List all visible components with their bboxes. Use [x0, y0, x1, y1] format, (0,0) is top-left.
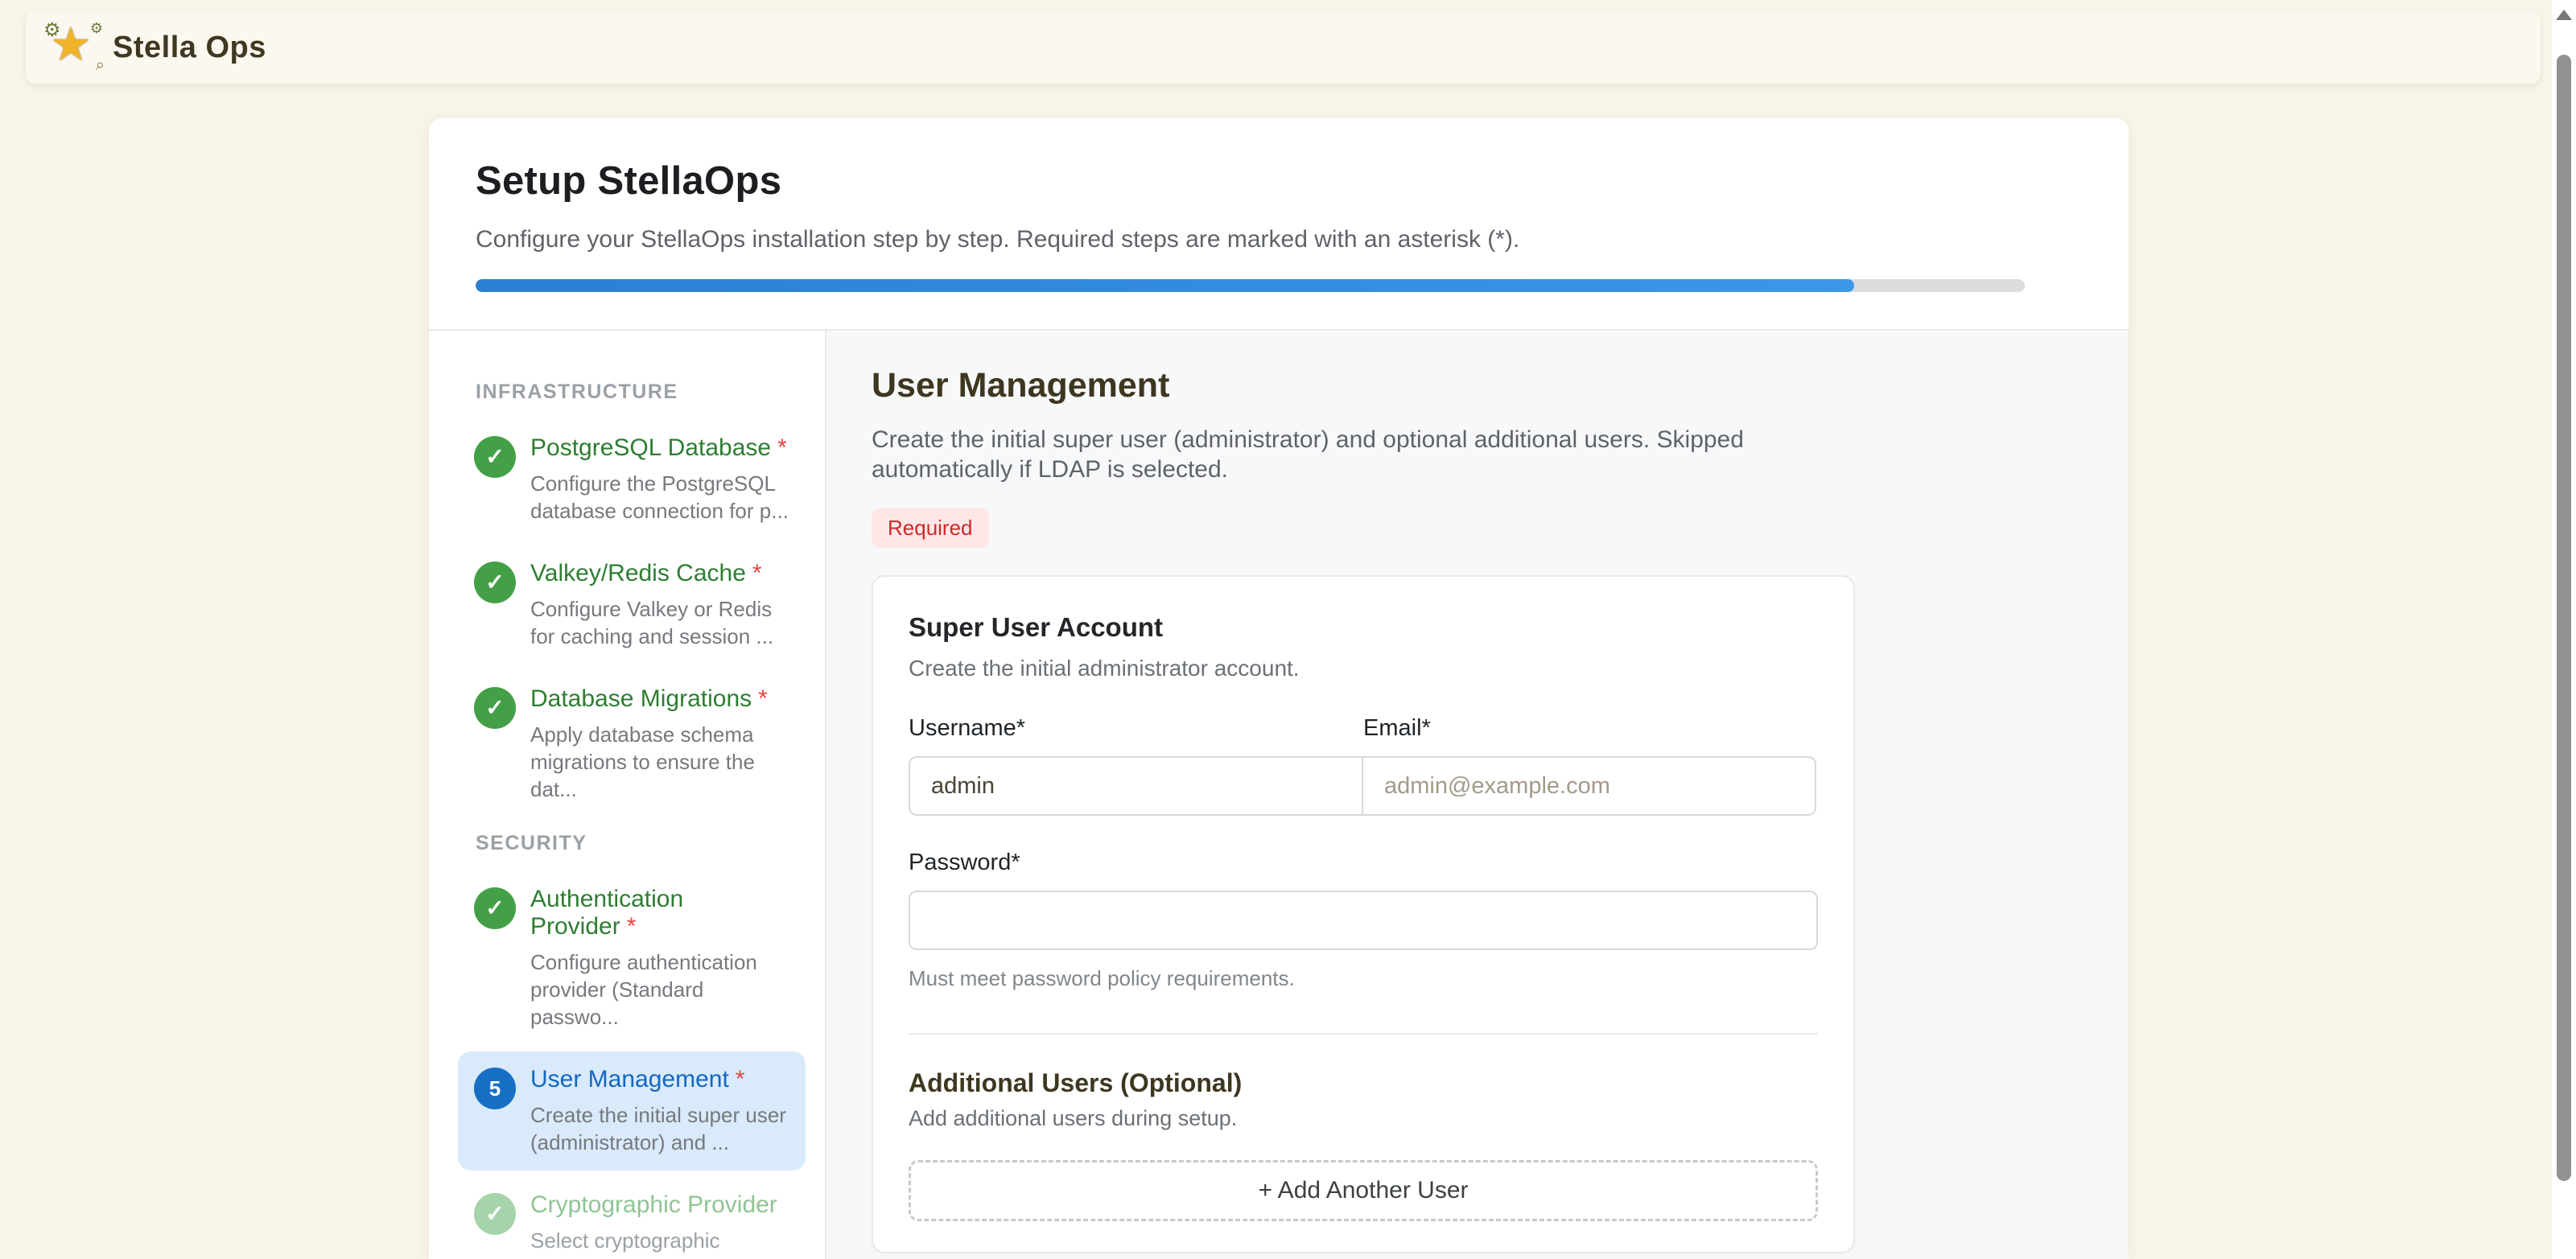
- vertical-scrollbar[interactable]: [2552, 0, 2576, 1259]
- step-title: Database Migrations: [530, 685, 752, 712]
- setup-wizard-card: Setup StellaOps Configure your StellaOps…: [429, 118, 2129, 1259]
- additional-users-title: Additional Users (Optional): [909, 1068, 1818, 1098]
- step-content-pane: User Management Create the initial super…: [826, 331, 2129, 1259]
- page-subtitle: Configure your StellaOps installation st…: [476, 226, 2072, 253]
- required-badge: Required: [872, 508, 989, 548]
- password-field[interactable]: [909, 891, 1818, 950]
- email-label: Email*: [1363, 715, 1818, 742]
- step-description: Configure the PostgreSQL database connec…: [530, 470, 789, 525]
- step-title: Authentication Provider: [530, 886, 683, 940]
- password-label: Password*: [909, 850, 1818, 876]
- username-field[interactable]: [909, 756, 1363, 816]
- required-asterisk: *: [627, 913, 637, 940]
- check-icon: ✓: [485, 571, 504, 594]
- step-done-icon: ✓: [474, 887, 516, 929]
- step-title: Cryptographic Provider: [530, 1191, 777, 1218]
- check-icon: ✓: [485, 897, 504, 920]
- sidebar-item-database-migrations[interactable]: ✓ Database Migrations* Apply database sc…: [458, 671, 806, 817]
- super-user-account-card: Super User Account Create the initial ad…: [872, 575, 1855, 1253]
- email-field[interactable]: [1362, 756, 1816, 816]
- step-done-icon: ✓: [474, 562, 516, 603]
- card-title: Super User Account: [909, 612, 1818, 643]
- check-icon: ✓: [485, 697, 504, 719]
- section-label-infrastructure: INFRASTRUCTURE: [476, 381, 806, 404]
- step-description: Create the initial super user (administr…: [530, 1101, 789, 1156]
- star-icon: ★: [50, 17, 92, 72]
- step-heading: User Management: [872, 366, 2129, 405]
- step-done-icon: ✓: [474, 687, 516, 729]
- sidebar-item-user-management[interactable]: 5 User Management * Create the initial su…: [458, 1051, 806, 1171]
- step-title: User Management: [530, 1066, 729, 1092]
- username-label: Username*: [909, 715, 1363, 742]
- brand-title: Stella Ops: [113, 31, 266, 65]
- setup-progress-bar: [476, 279, 2025, 292]
- gear-icon: ⚙: [90, 20, 103, 37]
- check-icon: ✓: [485, 446, 504, 468]
- additional-users-subtitle: Add additional users during setup.: [909, 1106, 1818, 1131]
- required-asterisk: *: [777, 434, 787, 461]
- page-title: Setup StellaOps: [476, 158, 2072, 204]
- password-helper-text: Must meet password policy requirements.: [909, 966, 1818, 991]
- card-subtitle: Create the initial administrator account…: [909, 656, 1818, 681]
- scrollbar-thumb[interactable]: [2557, 55, 2571, 1181]
- step-description: Configure Valkey or Redis for caching an…: [530, 595, 789, 650]
- scroll-up-icon[interactable]: [2556, 10, 2572, 20]
- step-done-icon: ✓: [474, 1193, 516, 1235]
- step-description: Configure authentication provider (Stand…: [530, 948, 789, 1031]
- wizard-header: Setup StellaOps Configure your StellaOps…: [429, 118, 2129, 329]
- sidebar-item-authentication-provider[interactable]: ✓ Authentication Provider* Configure aut…: [458, 871, 806, 1045]
- required-asterisk: *: [752, 560, 762, 586]
- step-number-badge: 5: [474, 1068, 516, 1109]
- steps-sidebar: INFRASTRUCTURE ✓ PostgreSQL Database* Co…: [429, 331, 826, 1259]
- add-another-user-button[interactable]: + Add Another User: [909, 1160, 1818, 1221]
- required-asterisk: *: [758, 685, 768, 712]
- progress-fill: [476, 279, 1854, 292]
- check-icon: ✓: [485, 1203, 504, 1225]
- step-title: Valkey/Redis Cache: [530, 560, 746, 586]
- sidebar-item-cryptographic-provider[interactable]: ✓ Cryptographic Provider Select cryptogr…: [458, 1177, 806, 1259]
- card-divider: [909, 1033, 1818, 1035]
- section-label-security: SECURITY: [476, 832, 806, 855]
- sidebar-item-postgresql-database[interactable]: ✓ PostgreSQL Database* Configure the Pos…: [458, 420, 806, 539]
- step-done-icon: ✓: [474, 436, 516, 478]
- magnifier-icon: ⌕: [96, 56, 105, 75]
- step-description: Select cryptographic algorithms for sign…: [530, 1227, 789, 1259]
- step-description: Apply database schema migrations to ensu…: [530, 721, 789, 803]
- step-title: PostgreSQL Database: [530, 434, 771, 461]
- stella-ops-logo-icon: ⚙ ★ ⚙ ⌕: [47, 22, 98, 73]
- sidebar-item-valkey-redis-cache[interactable]: ✓ Valkey/Redis Cache* Configure Valkey o…: [458, 545, 806, 664]
- step-heading-description: Create the initial super user (administr…: [872, 425, 1749, 484]
- required-asterisk: *: [736, 1066, 745, 1092]
- topbar: ⚙ ★ ⚙ ⌕ Stella Ops: [26, 11, 2541, 84]
